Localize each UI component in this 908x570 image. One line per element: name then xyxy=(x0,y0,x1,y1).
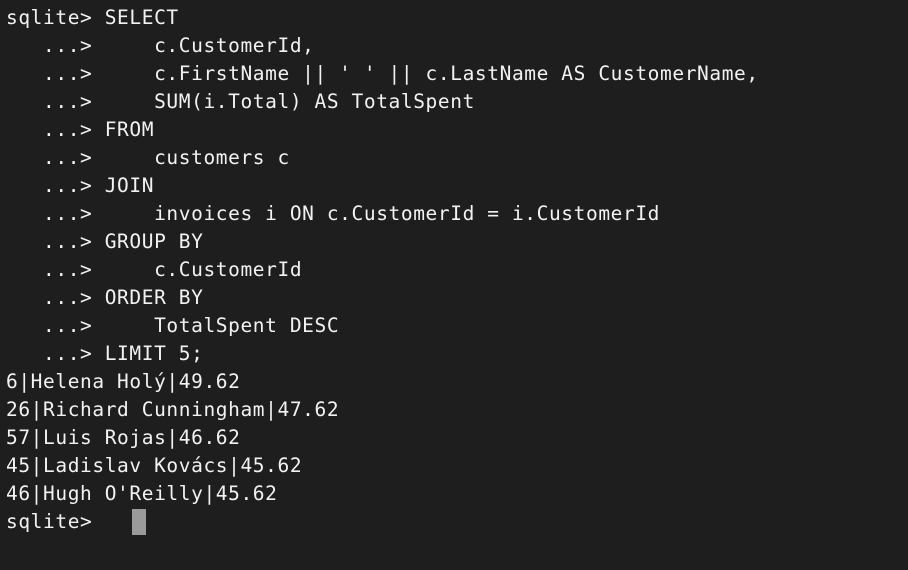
query-line: ...> invoices i ON c.CustomerId = i.Cust… xyxy=(6,202,661,225)
query-line: ...> FROM xyxy=(6,118,155,141)
text-cursor xyxy=(132,509,146,535)
query-line: ...> GROUP BY xyxy=(6,230,204,253)
result-row: 57|Luis Rojas|46.62 xyxy=(6,426,241,449)
query-line: ...> customers c xyxy=(6,146,290,169)
result-row: 46|Hugh O'Reilly|45.62 xyxy=(6,482,278,505)
query-line: ...> LIMIT 5; xyxy=(6,342,204,365)
result-row: 45|Ladislav Kovács|45.62 xyxy=(6,454,303,477)
query-line: ...> SUM(i.Total) AS TotalSpent xyxy=(6,90,475,113)
command-prompt[interactable]: sqlite> xyxy=(6,508,92,536)
query-line: ...> ORDER BY xyxy=(6,286,204,309)
query-line: ...> JOIN xyxy=(6,174,155,197)
query-block: sqlite> SELECT ...> c.CustomerId, ...> c… xyxy=(6,4,759,508)
result-row: 6|Helena Holý|49.62 xyxy=(6,370,241,393)
result-row: 26|Richard Cunningham|47.62 xyxy=(6,398,340,421)
query-line: ...> c.FirstName || ' ' || c.LastName AS… xyxy=(6,62,759,85)
query-line: sqlite> SELECT xyxy=(6,6,179,29)
query-line: ...> c.CustomerId, xyxy=(6,34,315,57)
query-line: ...> c.CustomerId xyxy=(6,258,303,281)
query-line: ...> TotalSpent DESC xyxy=(6,314,340,337)
terminal-window[interactable]: sqlite> SELECT ...> c.CustomerId, ...> c… xyxy=(0,0,908,570)
